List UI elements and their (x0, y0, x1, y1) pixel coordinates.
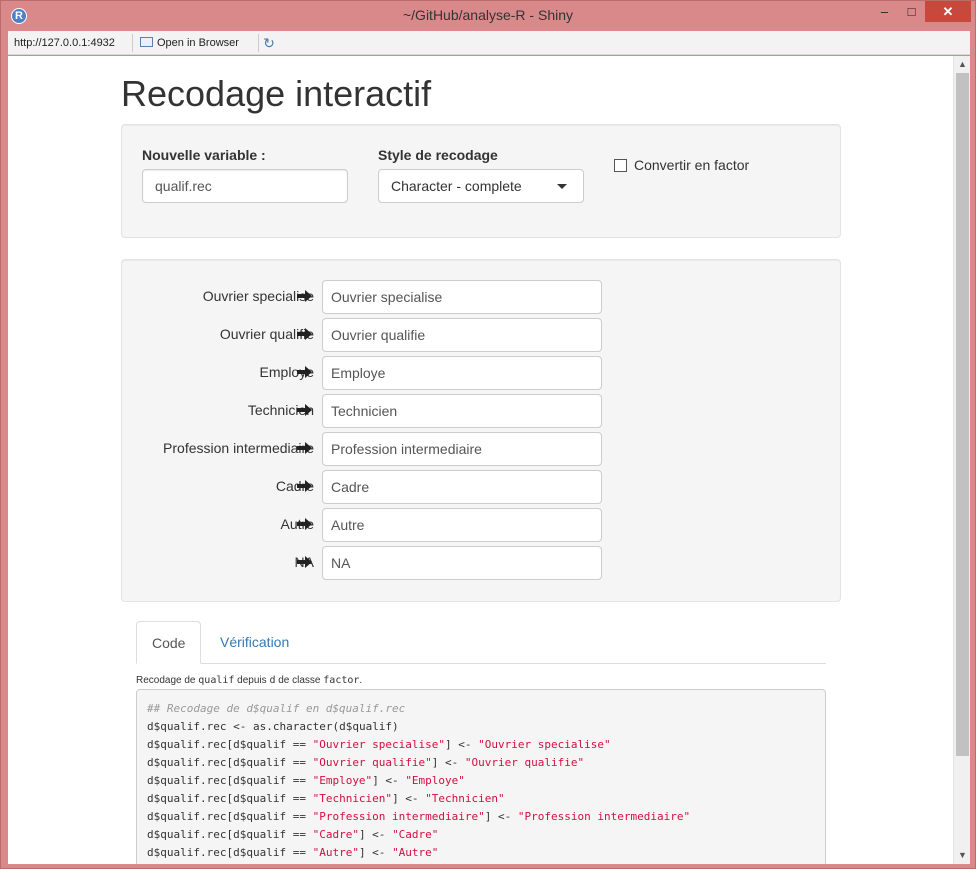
desc-text: depuis (234, 675, 270, 686)
code-text: d$qualif.rec[d$qualif == (147, 810, 313, 823)
recode-style-value: Character - complete (391, 178, 522, 194)
code-text: ] <- (484, 810, 518, 823)
code-output: ## Recodage de d$qualif en d$qualif.rec … (136, 689, 826, 864)
recode-style-label: Style de recodage (378, 147, 498, 163)
scroll-down-icon[interactable]: ▼ (954, 847, 971, 864)
close-button[interactable]: ✕ (925, 1, 971, 22)
code-text: d$qualif.rec[d$qualif == (147, 828, 313, 841)
code-text: ] <- (392, 792, 426, 805)
arrow-right-icon (297, 404, 312, 416)
recode-target-input[interactable]: Ouvrier specialise (322, 280, 602, 314)
code-text: (d$qualif) (332, 720, 399, 733)
code-description: Recodage de qualif depuis d de classe fa… (136, 675, 362, 686)
arrow-right-icon (297, 290, 312, 302)
code-string: "Profession intermediaire" (517, 810, 691, 823)
arrow-right-icon (297, 366, 312, 378)
code-string: "Employe" (405, 774, 465, 787)
desc-text: . (359, 675, 363, 686)
recode-style-select[interactable]: Character - complete (378, 169, 584, 203)
code-string: "Ouvrier specialise" (312, 738, 446, 751)
recode-target-input[interactable]: Technicien (322, 394, 602, 428)
code-string: "Technicien" (425, 792, 505, 805)
code-text: d$qualif.rec[d$qualif == (147, 774, 313, 787)
code-string: "Ouvrier specialise" (478, 738, 611, 751)
arrow-right-icon (297, 480, 312, 492)
recode-target-input[interactable]: Ouvrier qualifie (322, 318, 602, 352)
arrow-right-icon (297, 328, 312, 340)
viewer-toolbar: http://127.0.0.1:4932 Open in Browser ↻ (8, 31, 970, 55)
code-string: "Ouvrier qualifie" (312, 756, 432, 769)
recode-row: Cadre Cadre (122, 470, 842, 504)
arrow-right-icon (297, 556, 312, 568)
code-text: d$qualif.rec[d$qualif == (147, 846, 313, 859)
scroll-up-icon[interactable]: ▲ (954, 56, 971, 73)
code-comment: ## Recodage de d$qualif en d$qualif.rec (147, 702, 406, 715)
new-variable-label: Nouvelle variable : (142, 147, 266, 163)
arrow-right-icon (297, 518, 312, 530)
tab-verification[interactable]: Vérification (205, 621, 304, 664)
desc-text: Recodage de (136, 675, 199, 686)
chevron-down-icon (557, 184, 567, 189)
settings-panel: Nouvelle variable : qualif.rec Style de … (121, 124, 841, 238)
code-text: d$qualif.rec[d$qualif == (147, 792, 313, 805)
tab-code[interactable]: Code (136, 621, 202, 664)
toolbar-divider (258, 34, 259, 52)
code-text: d$qualif.rec[d$qualif == (147, 738, 313, 751)
browser-window-icon (140, 37, 153, 47)
code-string: "Employe" (312, 774, 373, 787)
recode-target-input[interactable]: Autre (322, 508, 602, 542)
tab-bar: Code Vérification (136, 621, 826, 664)
code-string: "Autre" (392, 846, 439, 859)
app-viewport: Recodage interactif Nouvelle variable : … (8, 56, 953, 864)
code-string: "Profession intermediaire" (312, 810, 485, 823)
code-text: d$qualif.rec[d$qualif == (147, 756, 313, 769)
recode-source-label: Profession intermediaire (163, 440, 314, 456)
window-title: ~/GitHub/analyse-R - Shiny (402, 7, 574, 23)
recode-target-input[interactable]: Cadre (322, 470, 602, 504)
recode-row: Profession intermediaire Profession inter… (122, 432, 842, 466)
recode-target-input[interactable]: NA (322, 546, 602, 580)
recode-panel: Ouvrier specialise Ouvrier specialise Ouvr… (121, 259, 841, 602)
convert-factor-checkbox[interactable]: Convertir en factor (614, 157, 749, 173)
maximize-button[interactable]: □ (898, 1, 925, 22)
desc-var: qualif (198, 675, 235, 686)
recode-row: Technicien Technicien (122, 394, 842, 428)
recode-target-input[interactable]: Employe (322, 356, 602, 390)
code-text: ] <- (445, 738, 479, 751)
code-text: d$qualif.rec <- (147, 720, 253, 733)
code-string: "Technicien" (312, 792, 393, 805)
recode-row: Ouvrier qualifie Ouvrier qualifie (122, 318, 842, 352)
refresh-icon[interactable]: ↻ (260, 34, 278, 52)
url-display: http://127.0.0.1:4932 (14, 37, 115, 49)
convert-factor-label: Convertir en factor (634, 157, 750, 173)
recode-target-input[interactable]: Profession intermediaire (322, 432, 602, 466)
new-variable-input[interactable]: qualif.rec (142, 169, 348, 203)
recode-row: Ouvrier specialise Ouvrier specialise (122, 280, 842, 314)
vertical-scrollbar[interactable]: ▲ ▼ (953, 56, 970, 864)
code-text: ] <- (358, 828, 393, 841)
code-string: "Ouvrier qualifie" (464, 756, 585, 769)
code-text: ] <- (358, 846, 393, 859)
recode-row: AutreAutre (122, 508, 842, 542)
recode-row: NANA (122, 546, 842, 580)
toolbar-divider (132, 34, 133, 52)
code-string: "Cadre" (312, 828, 359, 841)
code-string: "Cadre" (392, 828, 439, 841)
scrollbar-thumb[interactable] (956, 73, 969, 756)
open-in-browser-button[interactable]: Open in Browser (136, 34, 243, 52)
desc-class: factor (323, 675, 360, 686)
desc-text: de classe (275, 675, 324, 686)
code-function: as.character (252, 720, 333, 733)
code-text: ] <- (431, 756, 465, 769)
minimize-button[interactable]: ‒ (871, 1, 898, 22)
code-string: "Autre" (312, 846, 359, 859)
arrow-right-icon (297, 442, 312, 454)
code-text: ] <- (372, 774, 406, 787)
page-title: Recodage interactif (121, 73, 432, 114)
checkbox-icon[interactable] (614, 159, 627, 172)
title-bar: R ~/GitHub/analyse-R - Shiny ‒ □ ✕ (1, 1, 975, 31)
recode-row: Employe Employe (122, 356, 842, 390)
open-in-browser-label: Open in Browser (157, 37, 239, 49)
app-window: R ~/GitHub/analyse-R - Shiny ‒ □ ✕ http:… (0, 0, 976, 869)
